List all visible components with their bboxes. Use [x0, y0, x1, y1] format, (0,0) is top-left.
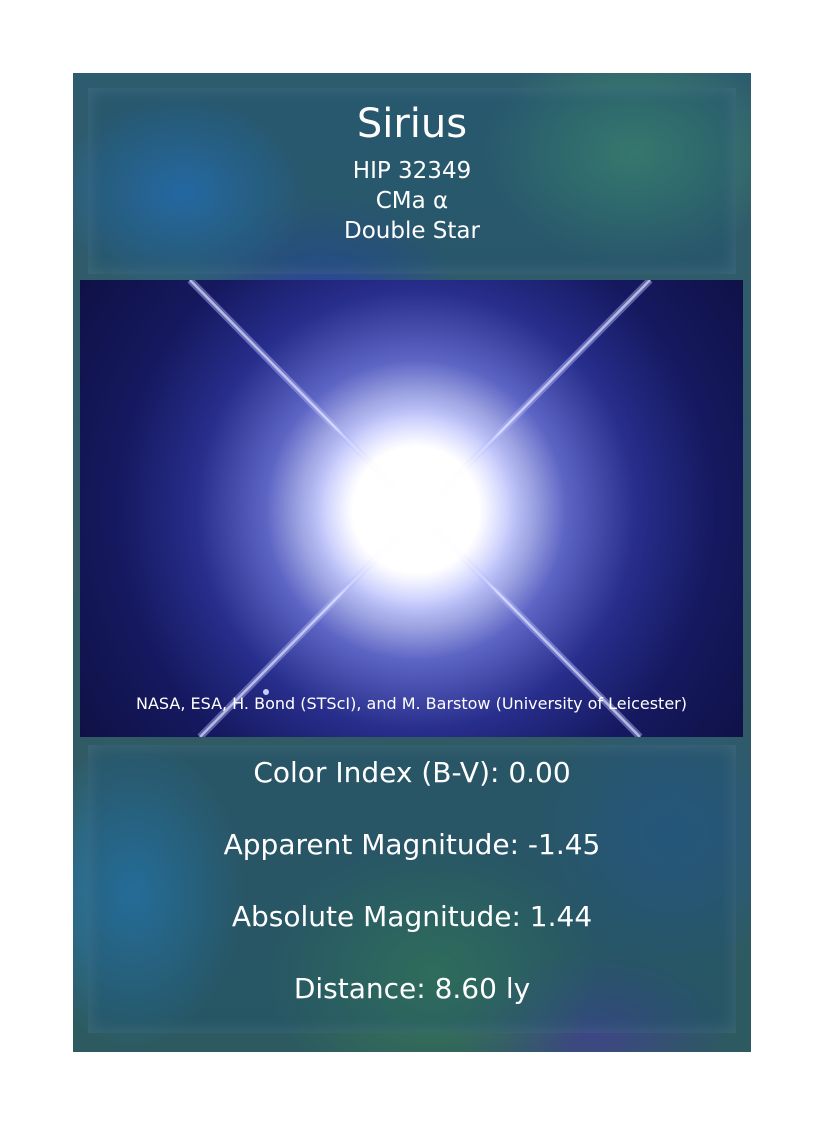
star-card: Sirius HIP 32349 CMa α Double Star NASA,… [73, 73, 751, 1052]
star-name: Sirius [356, 101, 468, 147]
star-photo: NASA, ESA, H. Bond (STScI), and M. Barst… [80, 280, 743, 737]
absolute-magnitude: Absolute Magnitude: 1.44 [231, 900, 593, 933]
star-photo-image [187, 280, 653, 737]
distance: Distance: 8.60 ly [293, 972, 531, 1005]
star-core [301, 395, 531, 625]
star-designation: CMa α [375, 188, 449, 214]
color-index: Color Index (B-V): 0.00 [253, 756, 571, 789]
star-type: Double Star [344, 218, 480, 244]
catalog-id: HIP 32349 [352, 158, 472, 184]
apparent-magnitude: Apparent Magnitude: -1.45 [223, 828, 601, 861]
photo-credit: NASA, ESA, H. Bond (STScI), and M. Barst… [136, 694, 687, 713]
